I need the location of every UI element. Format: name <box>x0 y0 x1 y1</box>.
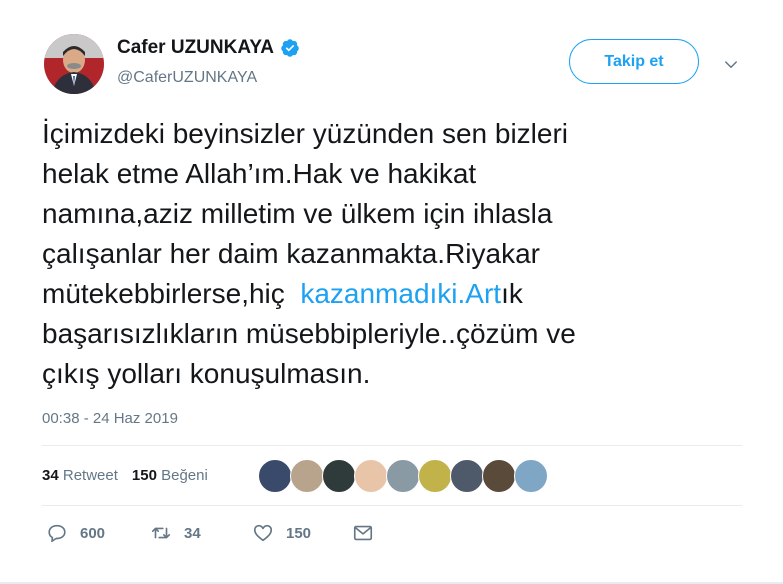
envelope-icon <box>353 525 373 541</box>
retweet-stat-label: Retweet <box>62 467 118 484</box>
liker-avatar[interactable] <box>290 459 324 493</box>
liker-avatar[interactable] <box>514 459 548 493</box>
avatar-image <box>44 34 104 94</box>
avatar[interactable] <box>44 34 104 94</box>
tweet-line: helak etme Allah’ım.Hak ve hakikat <box>42 158 477 189</box>
retweet-count: 34 <box>184 524 201 542</box>
author-handle[interactable]: @CaferUZUNKAYA <box>117 69 257 87</box>
liker-avatar[interactable] <box>322 459 356 493</box>
like-stat-count: 150 <box>131 467 157 484</box>
retweet-stat-count: 34 <box>42 467 59 484</box>
tweet-line: İçimizdeki beyinsizler yüzünden sen bizl… <box>42 118 569 149</box>
reply-icon <box>48 524 66 543</box>
tweet-line: çıkış yolları konuşulmasın. <box>42 358 371 389</box>
timestamp[interactable]: 00:38 - 24 Haz 2019 <box>42 410 178 427</box>
liker-avatar[interactable] <box>258 459 292 493</box>
heart-icon <box>253 524 273 542</box>
tweet-line: namına,aziz milletim ve ülkem için ihlas… <box>42 198 553 229</box>
liker-avatar[interactable] <box>482 459 516 493</box>
tweet-text: İçimizdeki beyinsizler yüzünden sen bizl… <box>42 114 742 394</box>
liker-avatar[interactable] <box>354 459 388 493</box>
like-stat[interactable]: 150 Beğeni <box>132 467 208 484</box>
divider <box>42 505 742 506</box>
tweet-line: çalışanlar her daim kazanmakta.Riyakar <box>42 238 540 269</box>
divider <box>42 445 742 446</box>
like-stat-label: Beğeni <box>161 467 208 484</box>
verified-badge-icon <box>281 39 299 57</box>
liker-avatar[interactable] <box>450 459 484 493</box>
retweet-action[interactable]: 34 <box>150 522 252 544</box>
liker-avatar[interactable] <box>386 459 420 493</box>
follow-button[interactable]: Takip et <box>569 39 699 84</box>
reply-action[interactable]: 600 <box>46 522 150 544</box>
tweet-line-suffix: ık <box>501 278 523 309</box>
action-bar: 600 34 150 <box>46 522 374 544</box>
like-action[interactable]: 150 <box>252 522 352 544</box>
tweet-line: başarısızlıkların müsebbipleriyle..çözüm… <box>42 318 576 349</box>
reply-count: 600 <box>80 524 106 542</box>
tweet-line-prefix: mütekebbirlerse,hiç <box>42 278 301 309</box>
tweet-card: Cafer UZUNKAYA @CaferUZUNKAYA Takip et İ… <box>0 0 783 584</box>
chevron-down-icon[interactable] <box>722 56 740 74</box>
liker-avatars <box>258 459 548 493</box>
retweet-icon <box>151 527 171 539</box>
tweet-link[interactable]: kazanmadıki.Art <box>300 278 501 309</box>
liker-avatar[interactable] <box>418 459 452 493</box>
retweet-stat[interactable]: 34 Retweet <box>42 467 118 484</box>
like-count: 150 <box>286 524 312 542</box>
message-action[interactable] <box>352 522 374 544</box>
author-name[interactable]: Cafer UZUNKAYA <box>117 37 274 59</box>
tweet-line-with-link: mütekebbirlerse,hiç kazanmadıki.Artık <box>42 274 742 314</box>
engagement-stats: 34 Retweet 150 Beğeni <box>42 467 208 484</box>
author-name-row[interactable]: Cafer UZUNKAYA <box>117 37 300 59</box>
